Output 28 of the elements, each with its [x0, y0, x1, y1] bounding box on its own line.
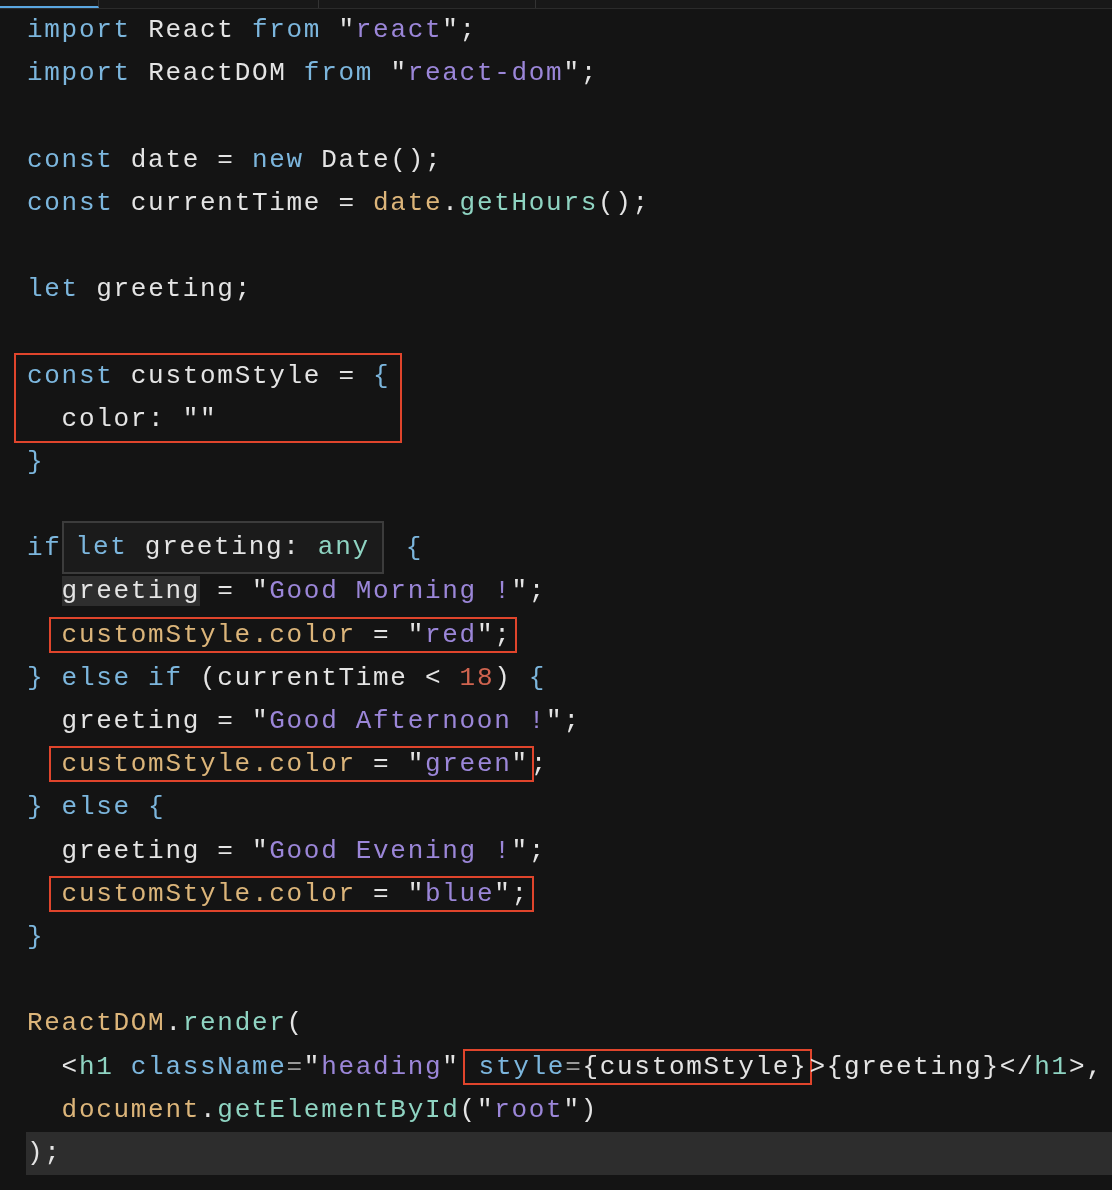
code-text: document.getElementById("root") — [61, 1094, 598, 1125]
code-text: customStyle.color = "red"; — [61, 619, 512, 650]
code-text: import ReactDOM from "react-dom"; — [27, 58, 599, 89]
code-text: customStyle.color = "green" — [61, 749, 529, 780]
code-text: greeting = "Good Evening !"; — [61, 835, 547, 866]
code-text: } else { — [27, 792, 166, 823]
code-text: { — [405, 533, 424, 564]
code-text: } — [27, 446, 45, 477]
highlighted-word: greeting — [61, 576, 200, 607]
code-text: if — [27, 533, 62, 564]
code-text: ReactDOM.render( — [27, 1008, 304, 1039]
code-text: <h1 className="heading" — [61, 1051, 460, 1082]
code-text: ); — [27, 1137, 62, 1168]
code-text: ; — [530, 749, 549, 780]
code-text: const customStyle = { — [27, 360, 391, 391]
code-text: } else if (currentTime < 18) { — [27, 662, 547, 693]
code-text: const date = new Date(); — [27, 144, 443, 175]
code-text: = "Good Morning !"; — [216, 576, 547, 607]
code-text: style={customStyle} — [478, 1051, 808, 1082]
code-text: const currentTime = date.getHours(); — [27, 187, 650, 218]
code-text: greeting = "Good Afternoon !"; — [61, 706, 581, 736]
code-text: import React from "react"; — [27, 15, 477, 45]
code-text: } — [27, 921, 45, 952]
code-text: color: "" — [61, 403, 218, 434]
code-text: let greeting; — [27, 274, 252, 305]
tooltip-text: let greeting: any — [75, 532, 370, 563]
editor-tab[interactable] — [0, 0, 99, 8]
code-text: customStyle.color = "blue"; — [61, 878, 529, 909]
